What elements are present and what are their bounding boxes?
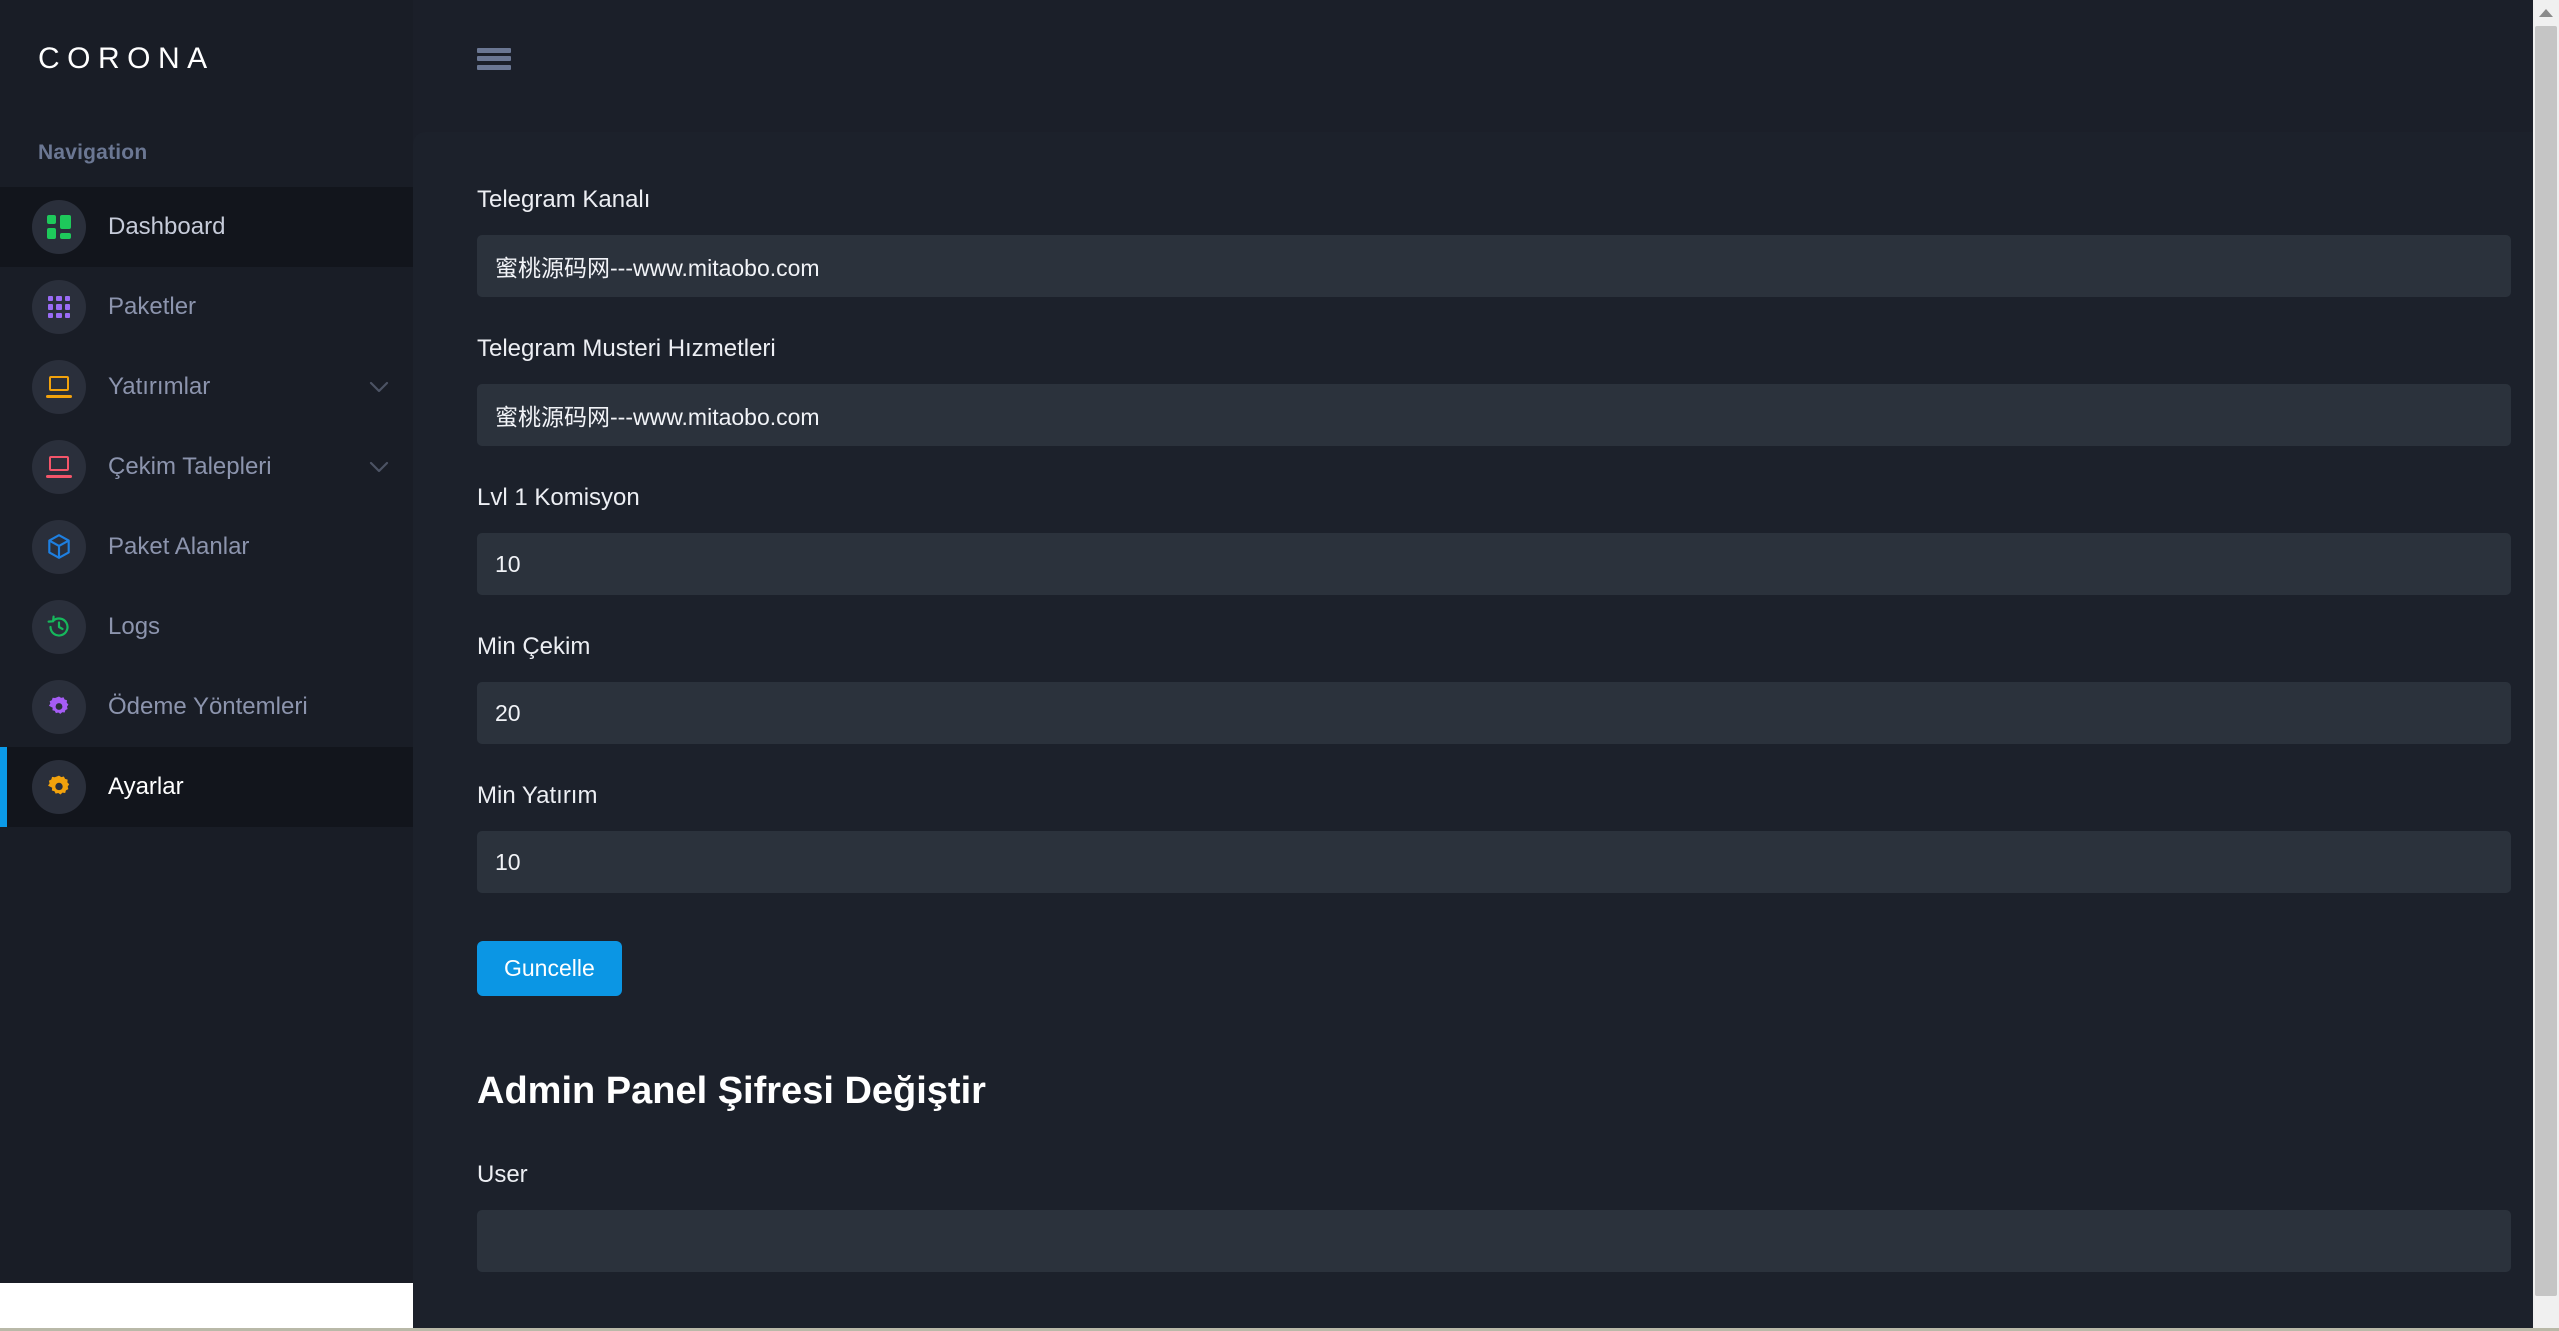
laptop-yellow-icon xyxy=(32,360,86,414)
field-label: Min Çekim xyxy=(477,633,591,660)
laptop-red-icon xyxy=(32,440,86,494)
sidebar-item-logs[interactable]: Logs xyxy=(0,587,413,667)
gear-orange-icon xyxy=(32,760,86,814)
field-min-cekim: Min Çekim xyxy=(477,633,2511,744)
sidebar-item-ayarlar[interactable]: Ayarlar xyxy=(0,747,413,827)
telegram-kanali-input[interactable] xyxy=(477,235,2511,297)
guncelle-button[interactable]: Guncelle xyxy=(477,941,622,996)
gear-purple-icon xyxy=(32,680,86,734)
telegram-musteri-hizmetleri-input[interactable] xyxy=(477,384,2511,446)
scroll-up-arrow-icon[interactable] xyxy=(2533,0,2559,26)
field-label: User xyxy=(477,1161,528,1188)
field-min-yatirim: Min Yatırım xyxy=(477,782,2511,893)
dots-grid-icon xyxy=(32,280,86,334)
scrollbar-thumb[interactable] xyxy=(2535,26,2557,1296)
box-icon xyxy=(32,520,86,574)
field-user: User xyxy=(477,1161,2511,1272)
sidebar-item-label: Yatırımlar xyxy=(108,373,211,400)
chevron-down-icon[interactable] xyxy=(369,461,389,473)
min-cekim-input[interactable] xyxy=(477,682,2511,744)
field-telegram-kanali: Telegram Kanalı xyxy=(477,186,2511,297)
sidebar-item-label: Paketler xyxy=(108,293,197,320)
field-label: Telegram Musteri Hızmetleri xyxy=(477,335,776,362)
sidebar-item-label: Logs xyxy=(108,613,161,640)
settings-card: Telegram Kanalı Telegram Musteri Hızmetl… xyxy=(413,132,2559,1331)
field-label: Telegram Kanalı xyxy=(477,186,651,213)
sidebar-item-label: Ödeme Yöntemleri xyxy=(108,693,308,720)
grid-dashboard-icon xyxy=(32,200,86,254)
sidebar-item-paketler[interactable]: Paketler xyxy=(0,267,413,347)
browser-status-bar xyxy=(0,1283,413,1331)
field-label: Lvl 1 Komisyon xyxy=(477,484,640,511)
brand-logo[interactable]: CORONA xyxy=(0,0,413,117)
sidebar-item-label: Çekim Talepleri xyxy=(108,453,272,480)
sidebar-section-label: Navigation xyxy=(38,141,148,164)
app-root: CORONA Navigation Dashboard Paketler Yat… xyxy=(0,0,2559,1331)
field-label: Min Yatırım xyxy=(477,782,598,809)
hamburger-menu-icon[interactable] xyxy=(477,47,511,70)
password-section-title: Admin Panel Şifresi Değiştir xyxy=(477,1070,986,1112)
sidebar-item-odeme-yontemleri[interactable]: Ödeme Yöntemleri xyxy=(0,667,413,747)
sidebar-item-label: Dashboard xyxy=(108,213,226,240)
user-input[interactable] xyxy=(477,1210,2511,1272)
sidebar-item-label: Paket Alanlar xyxy=(108,533,250,560)
sidebar-item-yatirimlar[interactable]: Yatırımlar xyxy=(0,347,413,427)
top-bar xyxy=(413,0,2559,117)
vertical-scrollbar[interactable] xyxy=(2533,0,2559,1331)
chevron-down-icon[interactable] xyxy=(369,381,389,393)
lvl1-komisyon-input[interactable] xyxy=(477,533,2511,595)
sidebar-item-cekim-talepleri[interactable]: Çekim Talepleri xyxy=(0,427,413,507)
min-yatirim-input[interactable] xyxy=(477,831,2511,893)
sidebar-nav-list: Dashboard Paketler Yatırımlar Çekim Tale… xyxy=(0,187,413,827)
main-content: Telegram Kanalı Telegram Musteri Hızmetl… xyxy=(413,0,2559,1331)
sidebar-item-paket-alanlar[interactable]: Paket Alanlar xyxy=(0,507,413,587)
field-lvl1-komisyon: Lvl 1 Komisyon xyxy=(477,484,2511,595)
brand-name: CORONA xyxy=(38,41,215,75)
sidebar-item-dashboard[interactable]: Dashboard xyxy=(0,187,413,267)
sidebar-item-label: Ayarlar xyxy=(108,773,184,800)
history-clock-icon xyxy=(32,600,86,654)
sidebar: CORONA Navigation Dashboard Paketler Yat… xyxy=(0,0,413,1331)
field-telegram-musteri-hizmetleri: Telegram Musteri Hızmetleri xyxy=(477,335,2511,446)
